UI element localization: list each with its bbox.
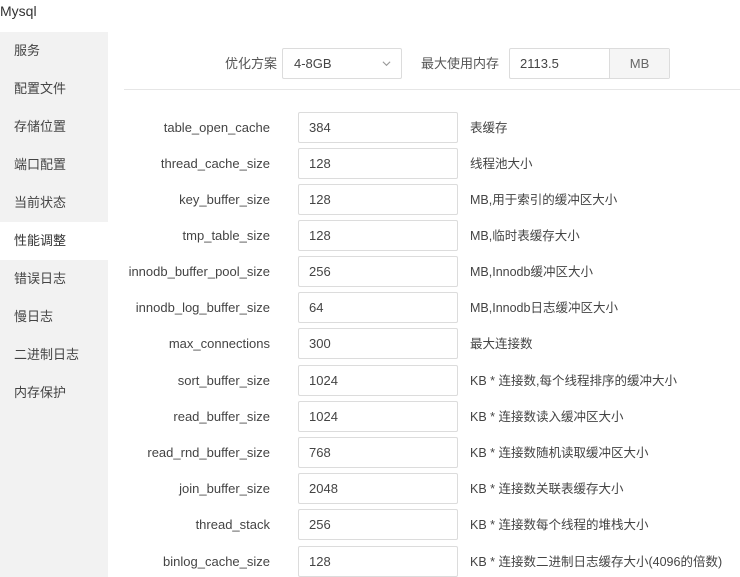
param-input[interactable] xyxy=(298,365,458,396)
param-description: 表缓存 xyxy=(470,121,508,135)
param-description: KB * 连接数关联表缓存大小 xyxy=(470,482,624,496)
param-input[interactable] xyxy=(298,473,458,504)
param-name: thread_stack xyxy=(195,517,270,532)
param-input[interactable] xyxy=(298,546,458,577)
main-panel: 优化方案 4-8GB 最大使用内存 MB table_open_cache 表缓… xyxy=(108,32,740,577)
param-row: table_open_cache 表缓存 xyxy=(108,112,740,144)
param-description: MB,临时表缓存大小 xyxy=(470,229,580,243)
sidebar: 服务 配置文件 存储位置 端口配置 当前状态 性能调整 错误日志 慢日志 二进制… xyxy=(0,32,108,577)
param-description: KB * 连接数读入缓冲区大小 xyxy=(470,410,624,424)
plan-label: 优化方案 xyxy=(225,56,278,71)
sidebar-item-port-config[interactable]: 端口配置 xyxy=(0,146,108,184)
param-name: thread_cache_size xyxy=(160,156,270,171)
param-row: read_rnd_buffer_size KB * 连接数随机读取缓冲区大小 xyxy=(108,437,740,469)
param-name: read_rnd_buffer_size xyxy=(147,445,270,460)
param-row: thread_stack KB * 连接数每个线程的堆栈大小 xyxy=(108,509,740,541)
sidebar-item-storage-location[interactable]: 存储位置 xyxy=(0,108,108,146)
sidebar-item-error-log[interactable]: 错误日志 xyxy=(0,260,108,298)
param-description: MB,Innodb日志缓冲区大小 xyxy=(470,301,618,315)
param-description: KB * 连接数随机读取缓冲区大小 xyxy=(470,446,649,460)
max-memory-label: 最大使用内存 xyxy=(421,56,500,71)
param-input[interactable] xyxy=(298,328,458,359)
param-row: binlog_cache_size KB * 连接数二进制日志缓存大小(4096… xyxy=(108,546,740,577)
param-description: 线程池大小 xyxy=(470,157,533,171)
param-name: max_connections xyxy=(168,336,270,351)
param-row: sort_buffer_size KB * 连接数,每个线程排序的缓冲大小 xyxy=(108,365,740,397)
chevron-down-icon xyxy=(382,61,391,67)
window-title: Mysql xyxy=(0,3,37,19)
sidebar-item-performance-tuning[interactable]: 性能调整 xyxy=(0,222,108,260)
param-description: KB * 连接数二进制日志缓存大小(4096的倍数) xyxy=(470,555,723,569)
param-description: KB * 连接数每个线程的堆栈大小 xyxy=(470,518,649,532)
param-name: key_buffer_size xyxy=(179,192,270,207)
sidebar-item-slow-log[interactable]: 慢日志 xyxy=(0,298,108,336)
param-description: MB,用于索引的缓冲区大小 xyxy=(470,193,618,207)
param-row: max_connections 最大连接数 xyxy=(108,328,740,360)
sidebar-item-config-file[interactable]: 配置文件 xyxy=(0,70,108,108)
param-row: innodb_buffer_pool_size MB,Innodb缓冲区大小 xyxy=(108,256,740,288)
param-input[interactable] xyxy=(298,401,458,432)
param-row: read_buffer_size KB * 连接数读入缓冲区大小 xyxy=(108,401,740,433)
param-input[interactable] xyxy=(298,256,458,287)
param-row: innodb_log_buffer_size MB,Innodb日志缓冲区大小 xyxy=(108,292,740,324)
param-description: KB * 连接数,每个线程排序的缓冲大小 xyxy=(470,374,677,388)
param-row: tmp_table_size MB,临时表缓存大小 xyxy=(108,220,740,252)
sidebar-item-binary-log[interactable]: 二进制日志 xyxy=(0,336,108,374)
param-name: read_buffer_size xyxy=(173,409,270,424)
param-name: innodb_log_buffer_size xyxy=(135,300,270,315)
title-bar: Mysql xyxy=(0,0,740,32)
param-description: MB,Innodb缓冲区大小 xyxy=(470,265,593,279)
param-input[interactable] xyxy=(298,112,458,143)
param-input[interactable] xyxy=(298,184,458,215)
param-name: sort_buffer_size xyxy=(177,373,270,388)
optimization-bar: 优化方案 4-8GB 最大使用内存 MB xyxy=(108,48,740,80)
divider xyxy=(124,89,740,90)
param-name: table_open_cache xyxy=(163,120,270,135)
param-input[interactable] xyxy=(298,148,458,179)
param-description: 最大连接数 xyxy=(470,337,533,351)
max-memory-input[interactable] xyxy=(510,49,609,78)
max-memory-field: MB xyxy=(509,48,670,79)
param-input[interactable] xyxy=(298,437,458,468)
param-name: binlog_cache_size xyxy=(163,554,270,569)
max-memory-unit: MB xyxy=(609,49,669,78)
param-name: tmp_table_size xyxy=(182,228,270,243)
sidebar-item-service[interactable]: 服务 xyxy=(0,32,108,70)
param-input[interactable] xyxy=(298,509,458,540)
param-row: key_buffer_size MB,用于索引的缓冲区大小 xyxy=(108,184,740,216)
plan-select[interactable]: 4-8GB xyxy=(282,48,402,79)
param-name: join_buffer_size xyxy=(179,481,270,496)
sidebar-item-memory-protection[interactable]: 内存保护 xyxy=(0,374,108,412)
param-name: innodb_buffer_pool_size xyxy=(128,264,270,279)
param-input[interactable] xyxy=(298,292,458,323)
sidebar-item-current-status[interactable]: 当前状态 xyxy=(0,184,108,222)
param-input[interactable] xyxy=(298,220,458,251)
param-row: thread_cache_size 线程池大小 xyxy=(108,148,740,180)
param-row: join_buffer_size KB * 连接数关联表缓存大小 xyxy=(108,473,740,505)
plan-select-value: 4-8GB xyxy=(294,56,332,71)
